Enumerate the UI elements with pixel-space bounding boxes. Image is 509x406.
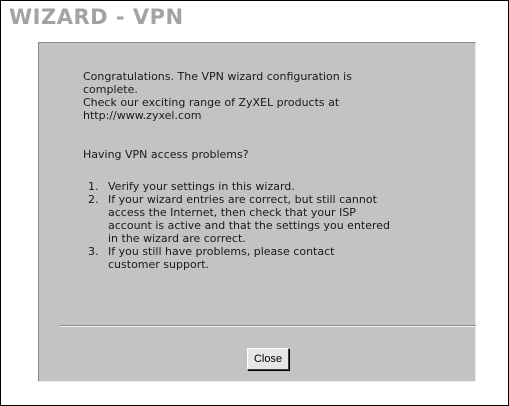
step-text-line: If your wizard entries are correct, but … (108, 193, 377, 206)
troubleshooting-steps: 1. Verify your settings in this wizard. … (83, 180, 453, 271)
step-number: 1. (88, 180, 99, 193)
step-text-line: If you still have problems, please conta… (108, 245, 335, 258)
step-number: 3. (88, 245, 99, 258)
step-text-line: account is active and that the settings … (108, 219, 391, 232)
step-text-line: Verify your settings in this wizard. (108, 180, 295, 193)
zyxel-url-text: http://www.zyxel.com (83, 109, 202, 122)
congrats-line: Congratulations. The VPN wizard configur… (83, 70, 352, 83)
window-title: WIZARD - VPN (9, 5, 184, 29)
message-body: Congratulations. The VPN wizard configur… (83, 70, 453, 271)
step-text: If you still have problems, please conta… (108, 245, 453, 271)
step-text-line: in the wizard are correct. (108, 232, 246, 245)
close-button[interactable]: Close (247, 348, 289, 370)
step-number: 2. (88, 193, 99, 206)
panel-divider (60, 325, 476, 327)
congrats-line: Check our exciting range of ZyXEL produc… (83, 96, 340, 109)
step-text-line: access the Internet, then check that you… (108, 206, 356, 219)
vpn-problems-question: Having VPN access problems? (83, 148, 249, 161)
step-text: Verify your settings in this wizard. (108, 180, 453, 193)
step-text: If your wizard entries are correct, but … (108, 193, 453, 245)
wizard-panel: Congratulations. The VPN wizard configur… (38, 42, 476, 382)
step-item: 2. If your wizard entries are correct, b… (83, 193, 453, 245)
step-text-line: customer support. (108, 258, 210, 271)
wizard-window: WIZARD - VPN Congratulations. The VPN wi… (0, 0, 509, 406)
congrats-line: complete. (83, 83, 138, 96)
step-item: 3. If you still have problems, please co… (83, 245, 453, 271)
step-item: 1. Verify your settings in this wizard. (83, 180, 453, 193)
